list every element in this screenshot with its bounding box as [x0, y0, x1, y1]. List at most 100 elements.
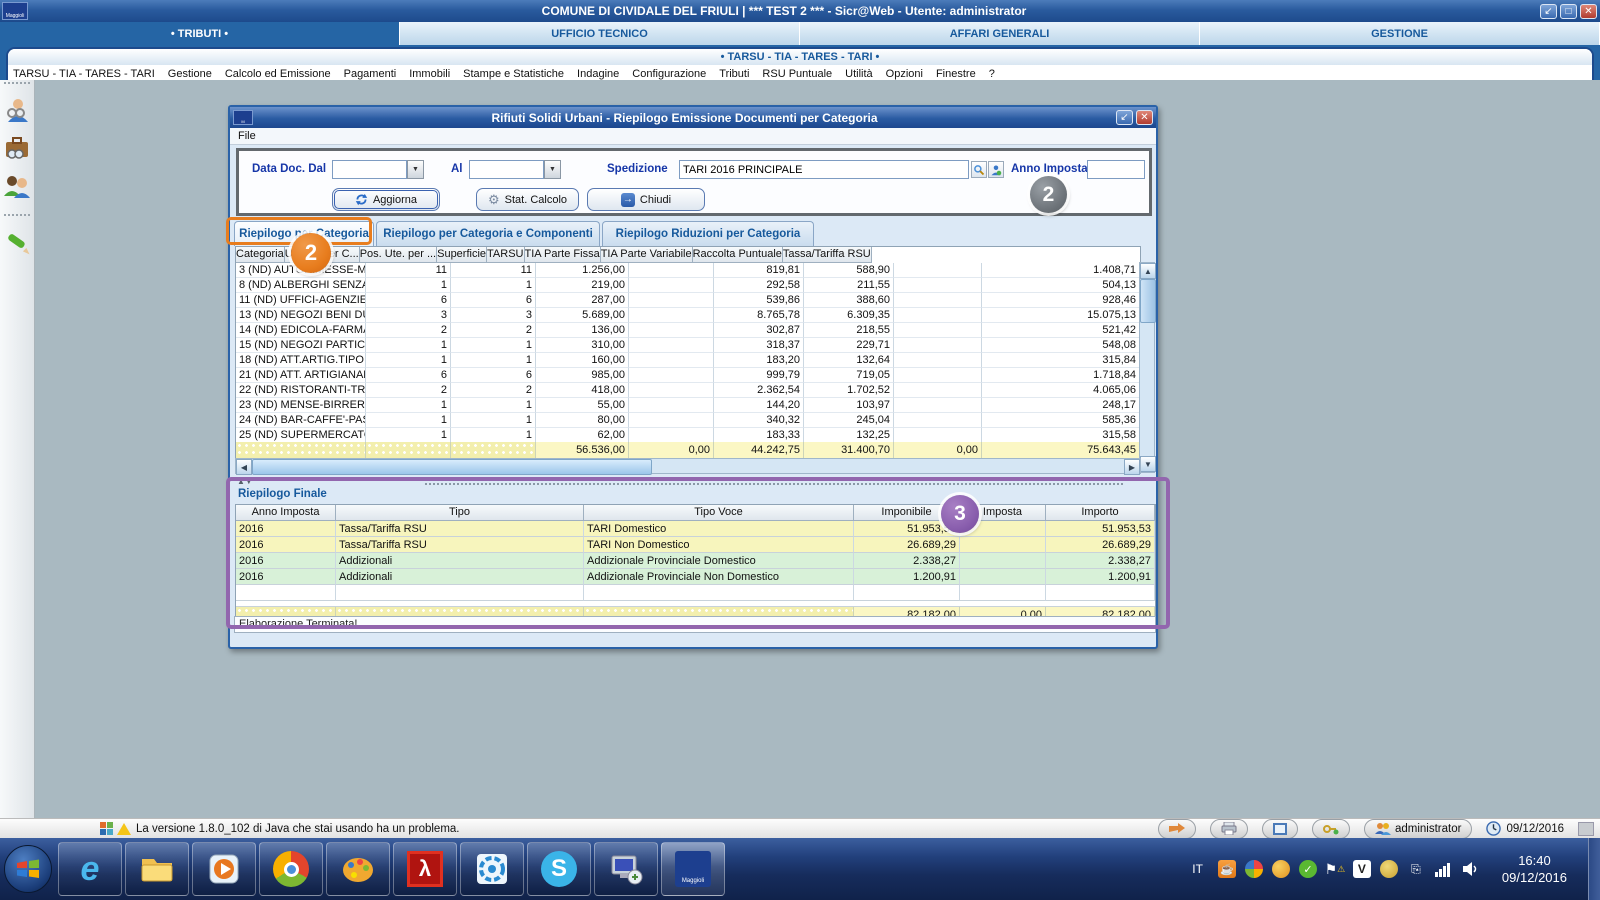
language-indicator[interactable]: IT [1192, 862, 1203, 876]
menu-item[interactable]: RSU Puntuale [762, 68, 832, 80]
scroll-down-icon[interactable]: ▼ [1140, 456, 1156, 472]
menu-item[interactable]: Calcolo ed Emissione [225, 68, 331, 80]
module-tab[interactable]: GESTIONE [1200, 22, 1600, 45]
briefcase-search-icon[interactable] [3, 134, 31, 162]
taskbar-skype[interactable]: S [527, 842, 591, 896]
battery-icon[interactable]: ⎘ [1407, 860, 1425, 878]
search-icon[interactable] [971, 161, 987, 178]
column-header[interactable]: TARSU [487, 247, 524, 263]
tab-riepilogo-riduzioni[interactable]: Riepilogo Riduzioni per Categoria [602, 221, 814, 246]
scrollbar-thumb[interactable] [252, 459, 652, 475]
date-from-input[interactable] [332, 160, 407, 179]
menu-item[interactable]: Pagamenti [344, 68, 397, 80]
column-header[interactable]: Tassa/Tariffa RSU [783, 247, 872, 263]
menu-item[interactable]: Configurazione [632, 68, 706, 80]
date-to-input[interactable] [469, 160, 544, 179]
show-desktop-button[interactable] [1588, 838, 1600, 900]
person-lookup-icon[interactable] [988, 161, 1004, 178]
avg-icon[interactable] [1245, 860, 1263, 878]
key-button[interactable] [1312, 819, 1350, 839]
table-row[interactable]: 14 (ND) EDICOLA-FARMACIA-TABACCAI 2 2 13… [236, 323, 1140, 338]
column-header[interactable]: Pos. Ute. per ... [360, 247, 437, 263]
menu-item[interactable]: Immobili [409, 68, 450, 80]
table-row[interactable]: 21 (ND) ATT. ARTIGIANALI DI PROD.BEN 6 6… [236, 368, 1140, 383]
start-orb[interactable] [4, 845, 52, 893]
toolbar-grip[interactable] [4, 82, 30, 88]
taskbar-acrobat[interactable]: λ [393, 842, 457, 896]
taskbar-maggioli-active[interactable]: Maggioli [661, 842, 725, 896]
spedizione-input[interactable] [679, 160, 969, 179]
scroll-left-icon[interactable]: ◀ [236, 459, 252, 475]
table-row[interactable]: 24 (ND) BAR-CAFFE'-PASTICCERIA 1 1 80,00… [236, 413, 1140, 428]
current-user-button[interactable]: administrator [1364, 819, 1472, 839]
column-header[interactable]: TIA Parte Variabile [601, 247, 693, 263]
palette-tray-icon[interactable] [1272, 860, 1290, 878]
column-header[interactable]: Raccolta Puntuale [693, 247, 783, 263]
taskbar-lotus[interactable] [460, 842, 524, 896]
java-icon[interactable]: ☕ [1218, 860, 1236, 878]
vnc-icon[interactable]: V [1353, 860, 1371, 878]
module-tab[interactable]: • TRIBUTI • [0, 22, 400, 45]
chevron-down-icon[interactable]: ▼ [544, 160, 561, 179]
signal-icon[interactable] [1434, 860, 1452, 878]
disc-icon[interactable] [1380, 860, 1398, 878]
menu-item[interactable]: Tributi [719, 68, 749, 80]
close-icon[interactable]: ✕ [1136, 110, 1153, 125]
print-button[interactable] [1210, 819, 1248, 839]
table-row[interactable]: 3 (ND) AUTORIMESSE-MAGAZZINI SENZA 11 11… [236, 263, 1140, 278]
anno-imposta-input[interactable] [1087, 160, 1145, 179]
aggiorna-button[interactable]: Aggiorna [332, 188, 440, 211]
taskbar-file-explorer[interactable] [125, 842, 189, 896]
table-row[interactable]: 18 (ND) ATT.ARTIG.TIPO BOTTEGHE-FAL 1 1 … [236, 353, 1140, 368]
scroll-right-icon[interactable]: ▶ [1124, 459, 1140, 475]
taskbar-chrome[interactable] [259, 842, 323, 896]
taskbar-internet-explorer[interactable]: e [58, 842, 122, 896]
module-tab[interactable]: UFFICIO TECNICO [400, 22, 800, 45]
share-button[interactable] [1158, 819, 1196, 839]
column-header[interactable]: Categoria [236, 247, 285, 263]
speaker-icon[interactable] [1461, 860, 1479, 878]
table-row[interactable]: 8 (ND) ALBERGHI SENZA RISTORANTE 1 1 219… [236, 278, 1140, 293]
menu-item[interactable]: Opzioni [886, 68, 923, 80]
module-tab[interactable]: AFFARI GENERALI [800, 22, 1200, 45]
taskbar-media-player[interactable] [192, 842, 256, 896]
table-row[interactable]: 11 (ND) UFFICI-AGENZIE-STUDI PROFES 6 6 … [236, 293, 1140, 308]
menu-item[interactable]: Indagine [577, 68, 619, 80]
menu-item[interactable]: TARSU - TIA - TARES - TARI [13, 68, 155, 80]
people-icon[interactable] [3, 172, 31, 200]
menu-item[interactable]: Gestione [168, 68, 212, 80]
menu-item[interactable]: Finestre [936, 68, 976, 80]
pencil-icon[interactable] [3, 228, 31, 256]
taskbar-clock[interactable]: 16:40 09/12/2016 [1502, 852, 1567, 886]
restore-icon[interactable]: ↙ [1540, 4, 1557, 19]
menu-item[interactable]: Utilità [845, 68, 873, 80]
person-search-icon[interactable] [3, 96, 31, 124]
flag-warning-icon[interactable]: ⚑⚠ [1326, 860, 1344, 878]
window-button[interactable] [1262, 819, 1298, 839]
chiudi-button[interactable]: → Chiudi [587, 188, 705, 211]
scrollbar-thumb[interactable] [1140, 279, 1156, 323]
stat-calcolo-button[interactable]: ⚙ Stat. Calcolo [476, 188, 579, 211]
vertical-scrollbar[interactable]: ▲ ▼ [1139, 262, 1155, 473]
maximize-icon[interactable]: □ [1560, 4, 1577, 19]
window-titlebar[interactable]: M Rifiuti Solidi Urbani - Riepilogo Emis… [230, 107, 1156, 128]
table-row[interactable]: 23 (ND) MENSE-BIRRERIE-AMBURGHERIE 1 1 5… [236, 398, 1140, 413]
menu-item[interactable]: Stampe e Statistiche [463, 68, 564, 80]
tab-riepilogo-categoria-componenti[interactable]: Riepilogo per Categoria e Componenti [376, 221, 600, 246]
menu-item[interactable]: ? [989, 68, 995, 80]
table-row[interactable]: 15 (ND) NEGOZI PARTICOLARI-MAGAZZI 1 1 3… [236, 338, 1140, 353]
minimized-window-icon[interactable] [1578, 822, 1594, 836]
taskbar-remote-desktop[interactable] [594, 842, 658, 896]
taskbar-paint[interactable] [326, 842, 390, 896]
horizontal-scrollbar[interactable]: ◀ ▶ [235, 458, 1141, 474]
close-icon[interactable]: ✕ [1580, 4, 1597, 19]
window-menu-file[interactable]: File [230, 128, 1156, 145]
table-row[interactable]: 13 (ND) NEGOZI BENI DUREVOLI- ABBIGL 3 3… [236, 308, 1140, 323]
column-header[interactable]: Superficie [437, 247, 487, 263]
column-header[interactable]: TIA Parte Fissa [525, 247, 601, 263]
table-row[interactable]: 22 (ND) RISTORANTI-TRATTORIE-PIZZER 2 2 … [236, 383, 1140, 398]
chevron-down-icon[interactable]: ▼ [407, 160, 424, 179]
check-icon[interactable]: ✓ [1299, 860, 1317, 878]
table-row[interactable]: 25 (ND) SUPERMERCATO-GENERI ALIMEN 1 1 6… [236, 428, 1140, 442]
toolbar-grip[interactable] [4, 214, 30, 220]
